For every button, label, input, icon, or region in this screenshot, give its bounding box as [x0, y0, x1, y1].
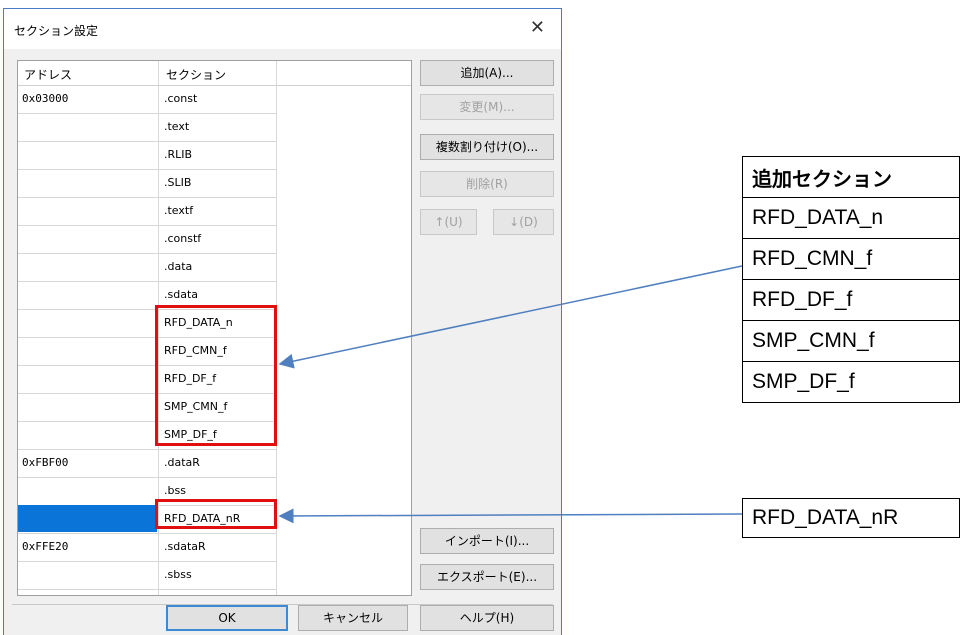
arrow-to-added-sections — [278, 265, 743, 369]
added-section-item: SMP_DF_f — [742, 361, 960, 403]
added-sections-table: 追加セクション RFD_DATA_n RFD_CMN_f RFD_DF_f SMP_C… — [742, 156, 960, 403]
added-section-item: SMP_CMN_f — [742, 320, 960, 362]
arrow-to-added-r-section — [278, 508, 743, 524]
added-r-section-label: RFD_DATA_nR — [742, 498, 960, 538]
added-section-item: RFD_DF_f — [742, 279, 960, 321]
added-sections-header: 追加セクション — [742, 156, 960, 198]
added-section-item: RFD_DATA_n — [742, 197, 960, 239]
added-section-item: RFD_CMN_f — [742, 238, 960, 280]
